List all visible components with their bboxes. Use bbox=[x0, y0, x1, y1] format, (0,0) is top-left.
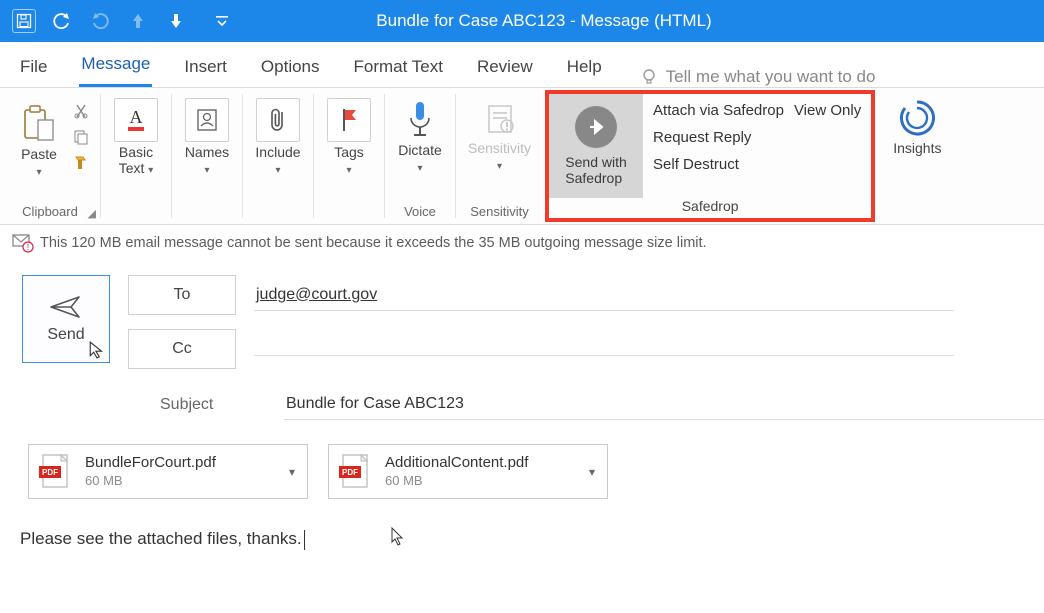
group-include: Include▾ bbox=[243, 88, 313, 224]
tab-review[interactable]: Review bbox=[475, 49, 535, 87]
title-bar: Bundle for Case ABC123 - Message (HTML) bbox=[0, 0, 1044, 42]
send-button[interactable]: Send bbox=[22, 275, 110, 363]
font-format-icon: A bbox=[114, 98, 158, 142]
to-value: judge@court.gov bbox=[256, 286, 377, 303]
svg-text:PDF: PDF bbox=[342, 468, 358, 477]
send-with-safedrop-button[interactable]: Send withSafedrop bbox=[549, 94, 643, 198]
to-field[interactable]: judge@court.gov bbox=[254, 280, 954, 311]
sensitivity-button: Sensitivity▾ bbox=[462, 94, 537, 177]
to-button[interactable]: To bbox=[128, 275, 236, 315]
clipboard-icon bbox=[21, 104, 57, 144]
attachment-name: AdditionalContent.pdf bbox=[385, 454, 528, 473]
down-arrow-icon[interactable] bbox=[164, 9, 188, 33]
attachment-size: 60 MB bbox=[85, 473, 216, 489]
pdf-icon: PDF bbox=[37, 452, 75, 492]
group-insights: Insights bbox=[881, 88, 953, 224]
format-painter-icon[interactable] bbox=[72, 154, 90, 172]
attach-via-safedrop-option[interactable]: Attach via Safedrop bbox=[653, 102, 784, 119]
cc-button[interactable]: Cc bbox=[128, 329, 236, 369]
group-names: Names▾ bbox=[172, 88, 242, 224]
tab-options[interactable]: Options bbox=[259, 49, 322, 87]
sensitivity-icon bbox=[483, 98, 517, 138]
window-title: Bundle for Case ABC123 - Message (HTML) bbox=[234, 11, 854, 31]
self-destruct-option[interactable]: Self Destruct bbox=[653, 156, 861, 173]
include-button[interactable]: Include▾ bbox=[249, 94, 307, 181]
message-body[interactable]: Please see the attached files, thanks. bbox=[0, 499, 1044, 550]
warning-text: This 120 MB email message cannot be sent… bbox=[40, 235, 707, 251]
cursor-icon bbox=[390, 527, 406, 547]
tab-help[interactable]: Help bbox=[565, 49, 604, 87]
insights-button[interactable]: Insights bbox=[887, 94, 947, 160]
attachment-size: 60 MB bbox=[385, 473, 528, 489]
subject-value: Bundle for Case ABC123 bbox=[286, 395, 464, 412]
subject-field[interactable]: Bundle for Case ABC123 bbox=[284, 389, 1044, 420]
attachments-row: PDF BundleForCourt.pdf 60 MB ▾ PDF Addit… bbox=[0, 420, 1044, 499]
svg-text:!: ! bbox=[27, 243, 29, 252]
pdf-icon: PDF bbox=[337, 452, 375, 492]
tab-message[interactable]: Message bbox=[79, 46, 152, 87]
safedrop-group-highlight: Send withSafedrop Attach via Safedrop Vi… bbox=[545, 90, 875, 222]
warning-icon: ! bbox=[12, 233, 34, 253]
safedrop-arrow-icon bbox=[575, 106, 617, 148]
dictate-button[interactable]: Dictate▾ bbox=[391, 94, 449, 179]
group-sensitivity: Sensitivity▾ Sensitivity bbox=[456, 88, 543, 224]
attachment-item[interactable]: PDF AdditionalContent.pdf 60 MB ▾ bbox=[328, 444, 608, 499]
compose-header: Send To judge@court.gov Cc bbox=[0, 257, 1044, 369]
insights-icon bbox=[897, 98, 937, 138]
attachment-dropdown[interactable]: ▾ bbox=[285, 465, 299, 479]
group-clipboard: Paste▾ Clipboard ◢ bbox=[0, 88, 100, 224]
save-icon[interactable] bbox=[12, 9, 36, 33]
group-label-sensitivity: Sensitivity bbox=[466, 202, 533, 221]
copy-icon[interactable] bbox=[72, 128, 90, 146]
cursor-icon bbox=[88, 341, 106, 359]
customize-quickaccess-icon[interactable] bbox=[210, 9, 234, 33]
ribbon: Paste▾ Clipboard ◢ A BasicText ▾ Names▾ bbox=[0, 88, 1044, 225]
address-book-icon bbox=[185, 98, 229, 142]
clipboard-dialog-launcher[interactable]: ◢ bbox=[88, 207, 96, 220]
svg-text:A: A bbox=[130, 107, 143, 127]
undo-icon[interactable] bbox=[50, 9, 74, 33]
cut-icon[interactable] bbox=[72, 102, 90, 120]
svg-text:PDF: PDF bbox=[42, 468, 58, 477]
body-text: Please see the attached files, thanks. bbox=[20, 529, 302, 548]
basic-text-button[interactable]: A BasicText ▾ bbox=[107, 94, 165, 181]
names-button[interactable]: Names▾ bbox=[178, 94, 236, 181]
group-label-clipboard: Clipboard bbox=[18, 202, 82, 221]
paperclip-icon bbox=[256, 98, 300, 142]
group-label-safedrop: Safedrop bbox=[549, 198, 871, 218]
lightbulb-icon bbox=[640, 68, 658, 86]
send-label: Send bbox=[47, 326, 84, 344]
subject-label: Subject bbox=[160, 396, 266, 414]
tags-button[interactable]: Tags▾ bbox=[320, 94, 378, 181]
attachment-name: BundleForCourt.pdf bbox=[85, 454, 216, 473]
group-label-voice: Voice bbox=[400, 202, 440, 221]
ribbon-tabs: File Message Insert Options Format Text … bbox=[0, 42, 1044, 88]
up-arrow-icon[interactable] bbox=[126, 9, 150, 33]
tell-me-search[interactable]: Tell me what you want to do bbox=[640, 67, 876, 87]
size-limit-warning: ! This 120 MB email message cannot be se… bbox=[0, 225, 1044, 257]
attachment-dropdown[interactable]: ▾ bbox=[585, 465, 599, 479]
view-only-option[interactable]: View Only bbox=[794, 102, 861, 119]
cc-field[interactable] bbox=[254, 343, 954, 356]
paste-button[interactable]: Paste▾ bbox=[10, 100, 68, 183]
flag-icon bbox=[327, 98, 371, 142]
group-basic-text: A BasicText ▾ bbox=[101, 88, 171, 224]
microphone-icon bbox=[405, 98, 435, 140]
send-plane-icon bbox=[49, 294, 83, 320]
tell-me-placeholder: Tell me what you want to do bbox=[666, 67, 876, 87]
redo-icon[interactable] bbox=[88, 9, 112, 33]
group-voice: Dictate▾ Voice bbox=[385, 88, 455, 224]
group-tags: Tags▾ bbox=[314, 88, 384, 224]
request-reply-option[interactable]: Request Reply bbox=[653, 129, 861, 146]
attachment-item[interactable]: PDF BundleForCourt.pdf 60 MB ▾ bbox=[28, 444, 308, 499]
tab-insert[interactable]: Insert bbox=[182, 49, 229, 87]
tab-format-text[interactable]: Format Text bbox=[352, 49, 445, 87]
tab-file[interactable]: File bbox=[18, 49, 49, 87]
text-cursor bbox=[304, 530, 305, 550]
